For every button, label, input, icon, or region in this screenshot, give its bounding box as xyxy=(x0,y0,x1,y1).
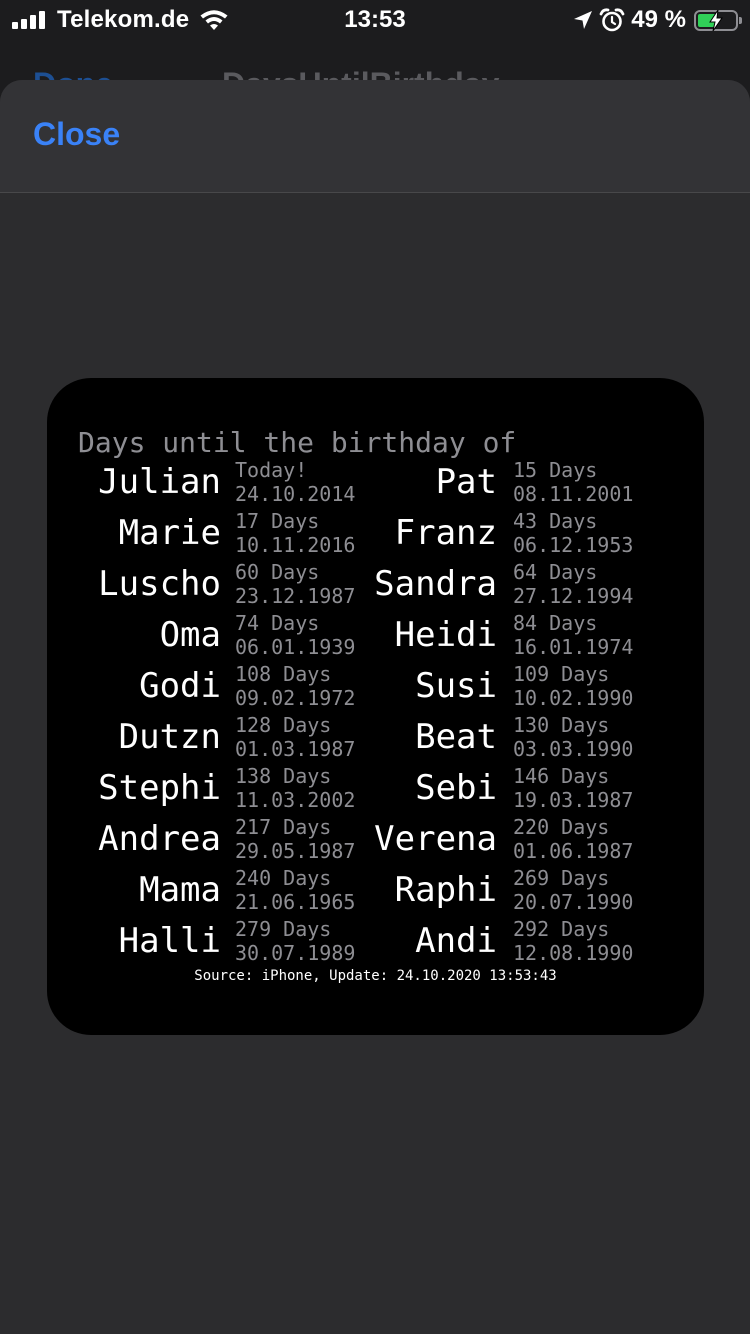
days-remaining: 220 Days xyxy=(513,815,610,839)
person-name: Beat xyxy=(415,717,497,757)
days-remaining: 130 Days xyxy=(513,713,610,737)
days-remaining: 15 Days xyxy=(513,458,598,482)
birthday-row: Marie 17 Days 10.11.2016 Franz 43 Days 06.… xyxy=(47,509,704,560)
person-name: Godi xyxy=(139,666,221,706)
person-name: Heidi xyxy=(394,615,497,655)
person-name: Oma xyxy=(159,615,221,655)
birthday-row: Luscho 60 Days 23.12.1987 Sandra 64 Days 2… xyxy=(47,560,704,611)
birthday-row: Julian Today! 24.10.2014 Pat 15 Days 08.11… xyxy=(47,458,704,509)
alarm-icon xyxy=(599,8,625,32)
birthday-info: 146 Days 19.03.1987 xyxy=(513,764,633,812)
birth-date: 20.07.1990 xyxy=(513,890,634,914)
birth-date: 08.11.2001 xyxy=(513,482,634,506)
birthday-info: 292 Days 12.08.1990 xyxy=(513,917,633,965)
battery-nub xyxy=(739,16,742,24)
birthday-info: 109 Days 10.02.1990 xyxy=(513,662,633,710)
birthday-info: 269 Days 20.07.1990 xyxy=(513,866,633,914)
person-name: Sandra xyxy=(374,564,497,604)
status-bar: Telekom.de 13:53 49 % xyxy=(0,0,750,40)
days-remaining: 109 Days xyxy=(513,662,610,686)
birth-date: 03.03.1990 xyxy=(513,737,634,761)
sheet-header: Close xyxy=(0,80,750,193)
birthday-row: Halli 279 Days 30.07.1989 Andi 292 Days 12… xyxy=(47,917,704,968)
days-remaining: 43 Days xyxy=(513,509,598,533)
status-right: 49 % xyxy=(573,6,742,34)
birthday-row: Mama 240 Days 21.06.1965 Raphi 269 Days 20… xyxy=(47,866,704,917)
person-name: Franz xyxy=(394,513,497,553)
person-name: Luscho xyxy=(98,564,221,604)
days-remaining: 269 Days xyxy=(513,866,610,890)
birthday-info: 15 Days 08.11.2001 xyxy=(513,458,633,506)
modal-sheet: Close Days until the birthday of Julian … xyxy=(0,80,750,1334)
days-remaining: 292 Days xyxy=(513,917,610,941)
birthday-row: Dutzn 128 Days 01.03.1987 Beat 130 Days 03… xyxy=(47,713,704,764)
person-name: Andrea xyxy=(98,819,221,859)
birth-date: 12.08.1990 xyxy=(513,941,634,965)
widget-title: Days until the birthday of xyxy=(78,426,517,459)
screen: Telekom.de 13:53 49 % Close Days until t… xyxy=(0,0,750,1334)
days-remaining: 84 Days xyxy=(513,611,598,635)
birthday-row: Andrea 217 Days 29.05.1987 Verena 220 Day… xyxy=(47,815,704,866)
birthday-info: 43 Days 06.12.1953 xyxy=(513,509,633,557)
birthday-row: Stephi 138 Days 11.03.2002 Sebi 146 Days 1… xyxy=(47,764,704,815)
birth-date: 10.02.1990 xyxy=(513,686,634,710)
person-name: Verena xyxy=(374,819,497,859)
location-arrow-icon xyxy=(574,11,593,29)
birth-date: 01.06.1987 xyxy=(513,839,634,863)
person-name: Julian xyxy=(98,462,221,502)
person-name: Mama xyxy=(139,870,221,910)
birthday-info: 64 Days 27.12.1994 xyxy=(513,560,633,608)
person-name: Andi xyxy=(415,921,497,961)
birthday-info: 84 Days 16.01.1974 xyxy=(513,611,633,659)
charging-bolt-icon xyxy=(709,9,723,31)
person-name: Marie xyxy=(118,513,221,553)
birthday-row: Godi 108 Days 09.02.1972 Susi 109 Days 10.… xyxy=(47,662,704,713)
battery-percent: 49 % xyxy=(631,6,686,33)
birthday-info: 220 Days 01.06.1987 xyxy=(513,815,633,863)
birth-date: 16.01.1974 xyxy=(513,635,634,659)
birth-date: 27.12.1994 xyxy=(513,584,634,608)
person-name: Stephi xyxy=(98,768,221,808)
person-name: Susi xyxy=(415,666,497,706)
person-name: Raphi xyxy=(394,870,497,910)
days-remaining: 64 Days xyxy=(513,560,598,584)
close-button[interactable]: Close xyxy=(33,116,120,153)
person-name: Sebi xyxy=(415,768,497,808)
birthday-widget-preview[interactable]: Days until the birthday of Julian Today!… xyxy=(47,378,704,1035)
widget-footer: Source: iPhone, Update: 24.10.2020 13:53… xyxy=(194,968,557,984)
birthday-grid: Julian Today! 24.10.2014 Pat 15 Days 08.11… xyxy=(47,458,704,968)
days-remaining: 146 Days xyxy=(513,764,610,788)
birth-date: 19.03.1987 xyxy=(513,788,634,812)
person-name: Pat xyxy=(435,462,497,502)
battery-charging-icon xyxy=(694,9,742,31)
birth-date: 06.12.1953 xyxy=(513,533,634,557)
birthday-info: 130 Days 03.03.1990 xyxy=(513,713,633,761)
birthday-row: Oma 74 Days 06.01.1939 Heidi 84 Days 16.01… xyxy=(47,611,704,662)
person-name: Dutzn xyxy=(118,717,221,757)
person-name: Halli xyxy=(118,921,221,961)
